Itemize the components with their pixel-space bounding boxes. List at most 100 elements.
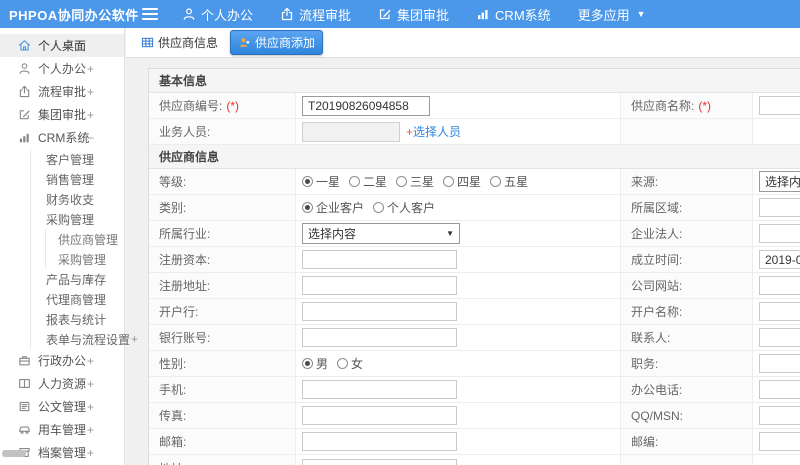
postcode-input[interactable] bbox=[759, 432, 800, 451]
radio-icon bbox=[349, 176, 361, 187]
expand-plus-icon[interactable]: + bbox=[87, 85, 94, 99]
level-radio-四星[interactable]: 四星 bbox=[443, 173, 481, 190]
menu-toggle-icon[interactable] bbox=[142, 8, 158, 20]
field-label-text: QQ/MSN: bbox=[631, 408, 684, 423]
expand-plus-icon[interactable]: + bbox=[131, 332, 138, 346]
horizontal-scrollbar-thumb[interactable] bbox=[2, 450, 26, 457]
category-radio-group: 企业客户 个人客户 bbox=[302, 199, 444, 216]
source-select[interactable]: 选择内容▼ bbox=[759, 171, 800, 192]
sidebar-item-form-flow-settings[interactable]: 表单与流程设置 + bbox=[0, 329, 138, 349]
sidebar-item-label: 个人桌面 bbox=[38, 39, 87, 53]
sidebar-item-purchase-mgmt-sub[interactable]: 采购管理 bbox=[0, 249, 124, 269]
field-label: 供应商编号: (*) bbox=[149, 93, 296, 118]
category-radio-企业客户[interactable]: 企业客户 bbox=[302, 199, 364, 216]
website-input[interactable] bbox=[759, 276, 800, 295]
qq-msn-input[interactable] bbox=[759, 406, 800, 425]
bank-input[interactable] bbox=[302, 302, 457, 321]
contact-person-input[interactable] bbox=[759, 328, 800, 347]
required-marker: (*) bbox=[698, 98, 712, 113]
field-label: 所属行业: bbox=[149, 221, 296, 246]
gender-radio-男[interactable]: 男 bbox=[302, 355, 328, 372]
nav-item-personal-office[interactable]: 个人办公 bbox=[182, 5, 253, 24]
mobile-input[interactable] bbox=[302, 380, 457, 399]
sidebar-item-admin-office[interactable]: 行政办公 + bbox=[0, 349, 124, 372]
field-cell: 一星 二星 三星 四星 五星 bbox=[296, 169, 621, 194]
account-name-input[interactable] bbox=[759, 302, 800, 321]
category-radio-个人客户[interactable]: 个人客户 bbox=[373, 199, 435, 216]
sidebar-item-vehicle-mgmt[interactable]: 用车管理 + bbox=[0, 418, 124, 441]
level-radio-二星[interactable]: 二星 bbox=[349, 173, 387, 190]
expand-plus-icon[interactable]: + bbox=[87, 192, 94, 206]
bank-account-input[interactable] bbox=[302, 328, 457, 347]
sidebar-item-group-approval[interactable]: 集团审批 + bbox=[0, 103, 124, 126]
select-caret-icon: ▼ bbox=[446, 229, 454, 238]
expand-plus-icon[interactable]: + bbox=[87, 377, 94, 391]
expand-plus-icon[interactable]: + bbox=[87, 108, 94, 122]
region-input[interactable] bbox=[759, 198, 800, 217]
user-icon bbox=[18, 62, 31, 75]
field-label: 办公电话: bbox=[621, 377, 753, 402]
nav-item-more-apps[interactable]: 更多应用 ▼ bbox=[578, 5, 646, 24]
supplier-name-input[interactable] bbox=[759, 96, 800, 115]
sidebar-item-document-mgmt[interactable]: 公文管理 + bbox=[0, 395, 124, 418]
sidebar-item-purchase-mgmt[interactable]: 采购管理 − bbox=[0, 209, 124, 229]
level-radio-一星[interactable]: 一星 bbox=[302, 173, 340, 190]
radio-label: 个人客户 bbox=[387, 201, 436, 215]
expand-plus-icon[interactable]: + bbox=[87, 423, 94, 437]
sidebar-item-finance[interactable]: 财务收支 + bbox=[0, 189, 124, 209]
sidebar-item-personal-office[interactable]: 个人办公 + bbox=[0, 57, 124, 80]
sidebar-item-label: 产品与库存 bbox=[46, 272, 107, 287]
registered-address-input[interactable] bbox=[302, 276, 457, 295]
email-input[interactable] bbox=[302, 432, 457, 451]
nav-item-workflow-approval[interactable]: 流程审批 bbox=[280, 5, 351, 24]
position-input[interactable] bbox=[759, 354, 800, 373]
radio-label: 三星 bbox=[410, 175, 435, 189]
sidebar-item-sales-mgmt[interactable]: 销售管理 + bbox=[0, 169, 124, 189]
form-row: 地址: bbox=[149, 455, 800, 465]
gender-radio-女[interactable]: 女 bbox=[337, 355, 363, 372]
field-label: 业务人员: bbox=[149, 119, 296, 144]
nav-item-crm-system[interactable]: CRM系统 bbox=[476, 5, 551, 24]
nav-item-label: 流程审批 bbox=[299, 7, 352, 23]
collapse-minus-icon[interactable]: − bbox=[87, 131, 94, 145]
tab-label: 供应商添加 bbox=[255, 36, 316, 50]
sidebar-item-personal-desktop[interactable]: 个人桌面 bbox=[0, 34, 124, 57]
sidebar-item-customer-mgmt[interactable]: 客户管理 + bbox=[0, 149, 124, 169]
sidebar-item-human-resources[interactable]: 人力资源 + bbox=[0, 372, 124, 395]
level-radio-三星[interactable]: 三星 bbox=[396, 173, 434, 190]
sidebar-item-product-inventory[interactable]: 产品与库存 + bbox=[0, 269, 124, 289]
expand-plus-icon[interactable]: + bbox=[87, 172, 94, 186]
field-label: 供应商名称: (*) bbox=[621, 93, 753, 118]
sidebar-item-crm-system[interactable]: CRM系统 − bbox=[0, 126, 124, 149]
address-input[interactable] bbox=[302, 458, 457, 465]
sidebar-item-workflow-approval[interactable]: 流程审批 + bbox=[0, 80, 124, 103]
sidebar-item-supplier-mgmt[interactable]: 供应商管理 bbox=[0, 229, 124, 249]
expand-plus-icon[interactable]: + bbox=[87, 354, 94, 368]
sidebar-item-agent-mgmt[interactable]: 代理商管理 + bbox=[0, 289, 124, 309]
sidebar-item-reports-stats[interactable]: 报表与统计 bbox=[0, 309, 124, 329]
legal-person-input[interactable] bbox=[759, 224, 800, 243]
tab-supplier-add-tab[interactable]: 供应商添加 bbox=[230, 30, 324, 55]
office-phone-input[interactable] bbox=[759, 380, 800, 399]
supplier-code-input[interactable] bbox=[302, 95, 430, 116]
expand-plus-icon[interactable]: + bbox=[87, 446, 94, 460]
level-radio-五星[interactable]: 五星 bbox=[490, 173, 528, 190]
expand-plus-icon[interactable]: + bbox=[87, 400, 94, 414]
expand-plus-icon[interactable]: + bbox=[87, 62, 94, 76]
established-date-input[interactable] bbox=[759, 250, 800, 269]
industry-select[interactable]: 选择内容 ▼ bbox=[302, 223, 460, 244]
fax-input[interactable] bbox=[302, 406, 457, 425]
sidebar-item-label: 公文管理 bbox=[38, 400, 87, 414]
field-label-text: 所属区域: bbox=[631, 201, 683, 215]
business-person-input[interactable] bbox=[302, 121, 400, 142]
expand-plus-icon[interactable]: + bbox=[87, 292, 94, 306]
tab-supplier-info-tab[interactable]: 供应商信息 bbox=[134, 31, 225, 54]
nav-item-group-approval[interactable]: 集团审批 bbox=[378, 5, 449, 24]
sidebar-item-label: 人力资源 bbox=[38, 377, 87, 391]
expand-plus-icon[interactable]: + bbox=[87, 272, 94, 286]
select-person-link[interactable]: +选择人员 bbox=[406, 123, 461, 140]
collapse-minus-icon[interactable]: − bbox=[87, 212, 94, 226]
required-marker: (*) bbox=[226, 98, 240, 113]
registered-capital-input[interactable] bbox=[302, 250, 457, 269]
expand-plus-icon[interactable]: + bbox=[87, 152, 94, 166]
